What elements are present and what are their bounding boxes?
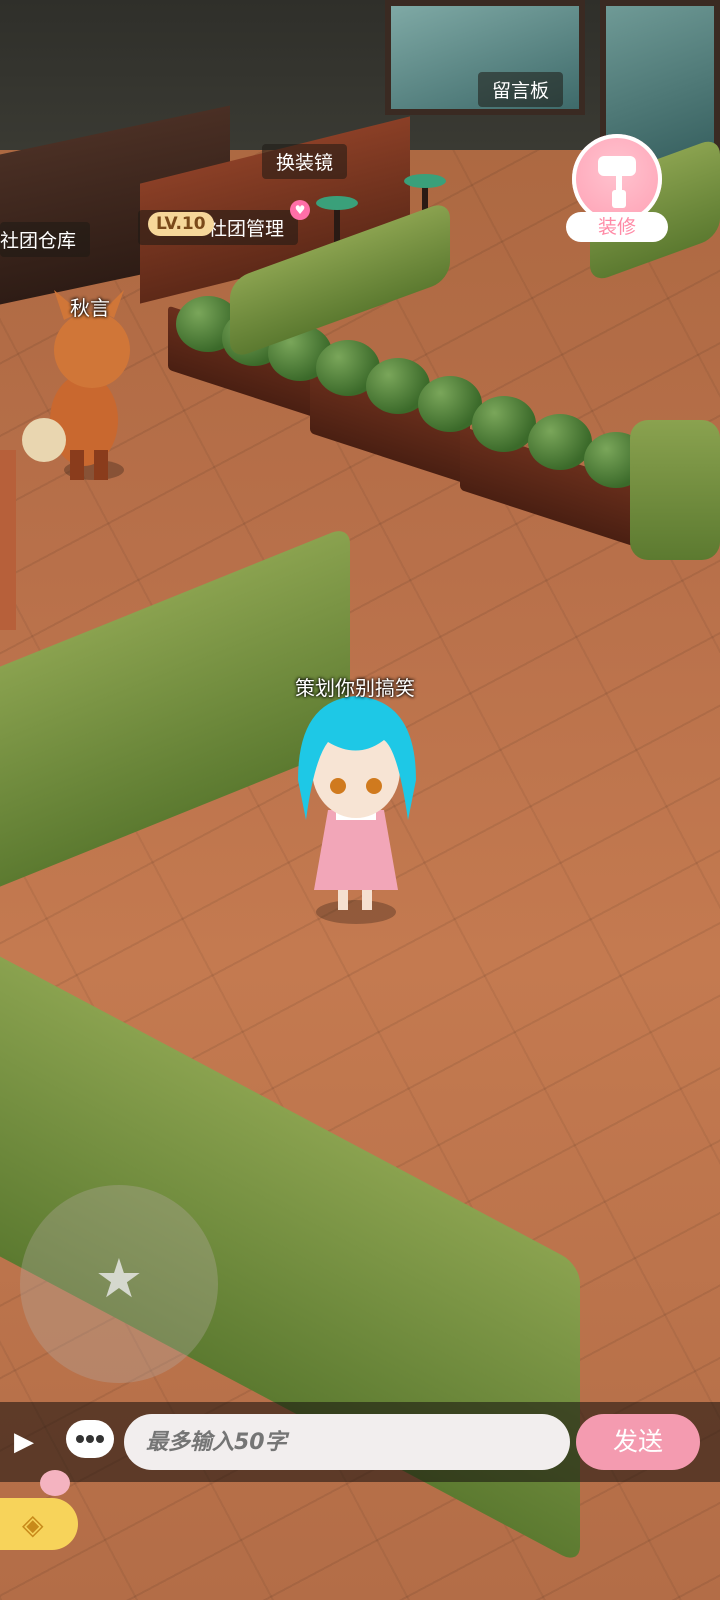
expand-arrow-icon[interactable]: ▶ xyxy=(14,1424,42,1460)
bush xyxy=(472,396,536,452)
mirror-label[interactable]: 换装镜 xyxy=(262,144,348,179)
bush xyxy=(528,414,592,470)
decorate-button[interactable] xyxy=(572,134,662,224)
flower-decoration xyxy=(40,1470,70,1496)
character-partial[interactable] xyxy=(0,450,20,630)
chat-bubble-icon[interactable] xyxy=(66,1420,114,1458)
stool xyxy=(316,196,358,210)
activity-button[interactable]: ◈ xyxy=(0,1498,78,1550)
virtual-joystick[interactable]: ★ xyxy=(20,1185,218,1383)
stool xyxy=(404,174,446,188)
red-panda-character[interactable] xyxy=(14,290,144,500)
club-level-badge: LV.10 xyxy=(148,212,214,236)
other-player-name: 秋言 xyxy=(70,296,110,320)
send-button[interactable]: 发送 xyxy=(576,1414,700,1470)
self-player-name: 策划你别搞笑 xyxy=(295,676,415,700)
player-avatar[interactable] xyxy=(288,690,428,940)
warehouse-label[interactable]: 社团仓库 xyxy=(0,222,91,257)
game-scene[interactable]: 留言板 换装镜 社团管理 LV.10 ♥ 社团仓库 秋言 策划你别搞笑 装修 ★… xyxy=(0,0,720,1600)
chat-input[interactable] xyxy=(124,1414,570,1470)
guestbook-label[interactable]: 留言板 xyxy=(478,72,564,107)
sofa[interactable] xyxy=(630,420,720,560)
star-icon: ★ xyxy=(94,1247,144,1310)
heart-icon: ♥ xyxy=(290,200,310,220)
diamond-arrow-icon: ◈ xyxy=(22,1508,44,1541)
decorate-label[interactable]: 装修 xyxy=(566,212,668,242)
paint-roller-icon xyxy=(598,156,636,208)
